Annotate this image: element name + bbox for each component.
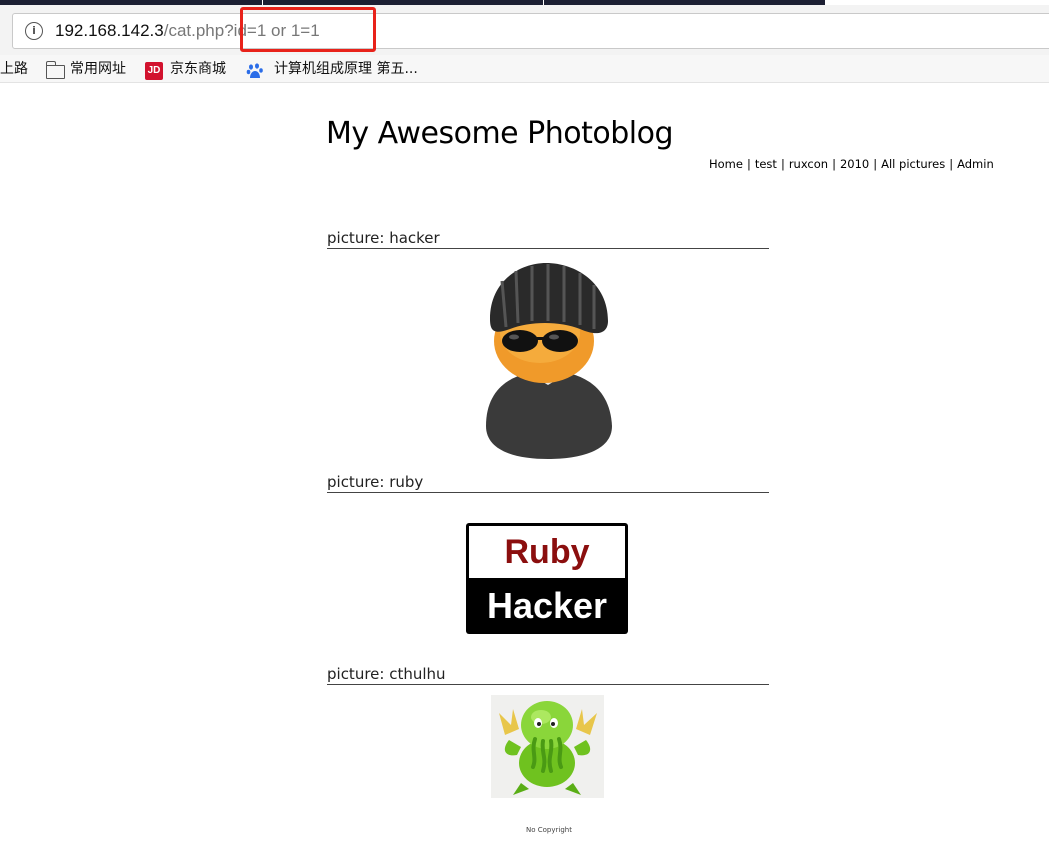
red-highlight-box <box>240 7 376 52</box>
browser-toolbar: i 192.168.142.3/cat.php?id=1 or 1=1 <box>0 5 1049 55</box>
site-info-icon[interactable]: i <box>25 22 43 40</box>
site-title: My Awesome Photoblog <box>326 116 674 151</box>
nav-all-pictures-link[interactable]: All pictures <box>881 157 945 171</box>
nav-test-link[interactable]: test <box>755 157 777 171</box>
jd-icon: JD <box>145 62 163 80</box>
bookmark-item[interactable]: 上路 <box>0 59 28 79</box>
nav-separator: | <box>832 157 836 171</box>
url-host: 192.168.142.3 <box>55 21 164 40</box>
nav-separator: | <box>873 157 878 171</box>
nav-separator: | <box>746 157 751 171</box>
logo-text-hacker: Hacker <box>486 585 608 626</box>
baidu-paw-icon <box>246 63 263 78</box>
bookmark-label: 常用网址 <box>70 61 126 77</box>
footer-text: No Copyright <box>526 826 572 834</box>
folder-icon <box>45 61 65 79</box>
bookmarks-bar: 上路 常用网址 JD 京东商城 计算机组成原理 第五... <box>0 55 1049 83</box>
bookmark-label: 上路 <box>0 61 28 77</box>
nav-separator: | <box>949 157 954 171</box>
site-nav: Home | test | ruxcon | 2010 | All pictures | Admin <box>709 157 994 171</box>
nav-admin-link[interactable]: Admin <box>957 157 994 171</box>
bookmark-label: 京东商城 <box>170 61 226 77</box>
nav-separator: | <box>780 157 785 171</box>
bookmark-label: 计算机组成原理 第五... <box>274 61 418 77</box>
nav-2010-link[interactable]: 2010 <box>840 157 869 171</box>
nav-ruxcon-link[interactable]: ruxcon <box>789 157 828 171</box>
logo-text-ruby: Ruby <box>469 526 625 578</box>
post-heading: picture: ruby <box>327 473 769 493</box>
ruby-hacker-logo-image[interactable]: Ruby Hacker <box>466 523 628 634</box>
hacker-avatar-image[interactable] <box>480 261 616 461</box>
post-heading: picture: cthulhu <box>327 665 769 685</box>
cthulhu-image[interactable] <box>491 695 604 798</box>
nav-home-link[interactable]: Home <box>709 157 743 171</box>
address-bar[interactable]: i 192.168.142.3/cat.php?id=1 or 1=1 <box>12 13 1049 49</box>
post-heading: picture: hacker <box>327 229 769 249</box>
